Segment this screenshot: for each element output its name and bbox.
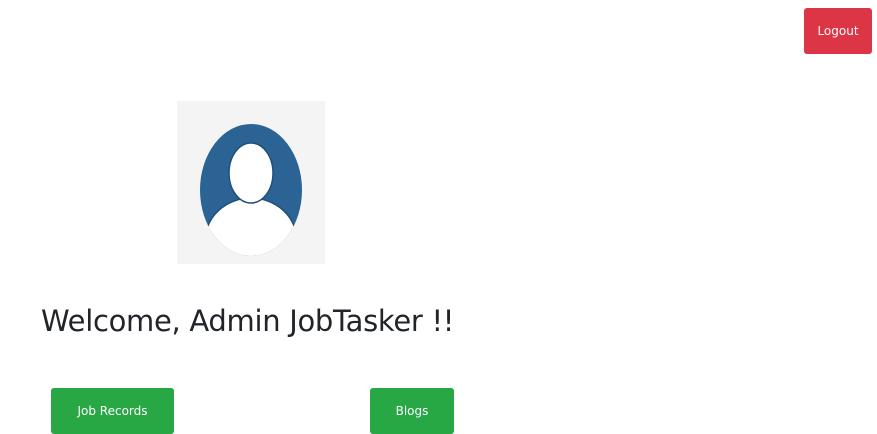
job-records-button[interactable]: Job Records xyxy=(51,388,174,434)
logout-button[interactable]: Logout xyxy=(804,8,872,54)
page: Logout Welcome, Admin JobTasker !! Job R… xyxy=(0,0,877,434)
blogs-button[interactable]: Blogs xyxy=(370,388,454,434)
avatar xyxy=(177,101,325,264)
user-avatar-icon xyxy=(200,124,302,256)
welcome-heading: Welcome, Admin JobTasker !! xyxy=(41,304,455,338)
